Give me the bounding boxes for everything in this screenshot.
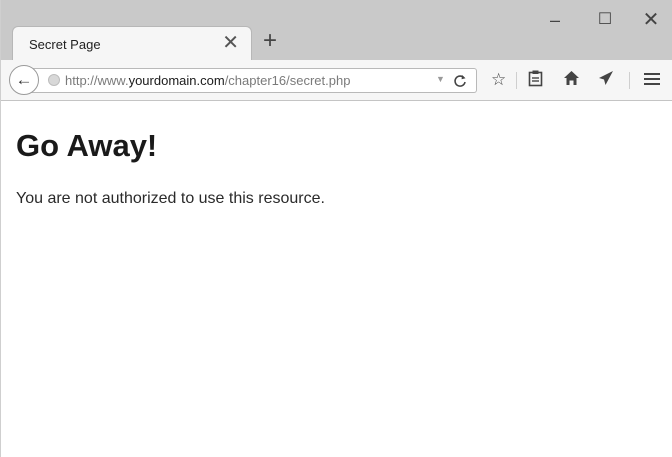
toolbar-separator	[516, 72, 517, 89]
url-bar[interactable]: http://www.yourdomain.com/chapter16/secr…	[31, 68, 477, 93]
url-prefix: http://www.	[65, 73, 129, 88]
new-tab-button[interactable]: +	[263, 29, 277, 53]
history-dropdown-icon[interactable]: ▼	[436, 74, 445, 84]
send-icon[interactable]	[598, 70, 614, 91]
back-button[interactable]: ←	[9, 65, 39, 95]
page-message: You are not authorized to use this resou…	[16, 190, 325, 207]
minimize-button[interactable]: –	[535, 10, 575, 30]
star-icon[interactable]: ☆	[491, 70, 506, 90]
url-text[interactable]: http://www.yourdomain.com/chapter16/secr…	[65, 73, 350, 88]
tab-close-icon[interactable]: ✕	[222, 32, 239, 54]
page-heading: Go Away!	[16, 128, 158, 163]
url-path: /chapter16/secret.php	[224, 73, 351, 88]
browser-window: Secret Page ✕ + – ☐ ✕ http://www.yourdom…	[0, 0, 672, 457]
url-host: yourdomain.com	[128, 73, 225, 88]
maximize-button[interactable]: ☐	[585, 10, 625, 30]
tab-title: Secret Page	[29, 37, 101, 52]
tab-secret-page[interactable]: Secret Page ✕	[12, 26, 252, 60]
home-icon[interactable]	[563, 70, 580, 91]
page-content: Go Away! You are not authorized to use t…	[1, 101, 672, 457]
toolbar-separator	[629, 72, 630, 89]
reload-icon[interactable]	[453, 70, 467, 92]
close-window-button[interactable]: ✕	[631, 10, 671, 30]
tab-strip: Secret Page ✕ + – ☐ ✕	[1, 0, 672, 60]
menu-icon[interactable]	[644, 70, 660, 90]
navigation-toolbar: http://www.yourdomain.com/chapter16/secr…	[1, 60, 672, 101]
globe-icon	[48, 74, 60, 86]
clipboard-icon[interactable]	[528, 70, 543, 92]
